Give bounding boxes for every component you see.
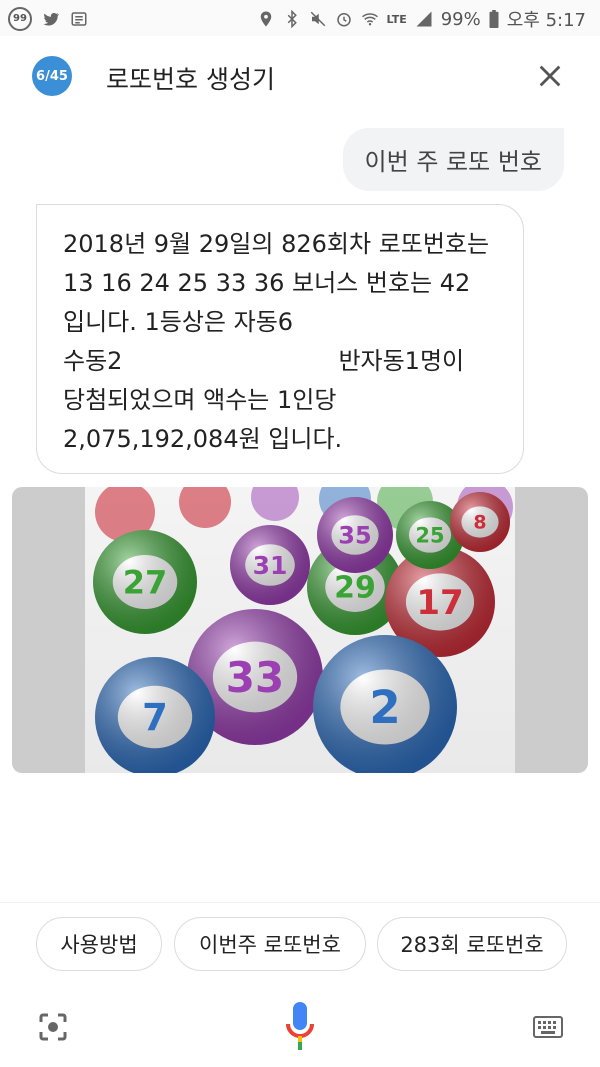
alarm-icon bbox=[336, 13, 351, 27]
lotto-ball-number: 17 bbox=[416, 583, 463, 623]
logo-text: 6/45 bbox=[36, 68, 68, 84]
assistant-message-bubble: 2018년 9월 29일의 826회차 로또번호는 13 16 24 25 33… bbox=[36, 204, 524, 474]
suggestion-chips: 사용방법 이번주 로또번호 283회 로또번호 bbox=[0, 902, 600, 993]
message-segment: 반자동1명이 bbox=[338, 347, 465, 375]
microphone-icon[interactable] bbox=[285, 1002, 315, 1050]
lotto-ball-number: 35 bbox=[338, 521, 371, 549]
lens-icon[interactable] bbox=[38, 1012, 68, 1042]
lotto-ball-7: 7 bbox=[95, 657, 215, 773]
lotto-ball-number: 25 bbox=[415, 523, 444, 547]
status-bar: 99 LTE 99% 오후 5:17 bbox=[0, 0, 600, 36]
lotto-ball-8: 8 bbox=[450, 492, 510, 552]
lotto-balls-illustration: 312927331735 25827 bbox=[93, 487, 513, 773]
lotto-ball-number: 29 bbox=[334, 571, 376, 606]
lotto-ball-31: 31 bbox=[230, 525, 310, 605]
twitter-icon bbox=[43, 12, 60, 26]
message-line: 입니다. 1등상은 자동6 bbox=[63, 308, 294, 336]
wifi-icon bbox=[361, 13, 378, 26]
message-line: 13 16 24 25 33 36 보너스 번호는 42 bbox=[63, 269, 471, 297]
assistant-input-bar bbox=[0, 992, 600, 1067]
network-type: LTE bbox=[386, 12, 407, 26]
signal-icon bbox=[416, 11, 432, 27]
lotto-balls-image: 31 29 27 33 17 35 25 8 2 7 bbox=[85, 487, 515, 773]
keyboard-icon[interactable] bbox=[533, 1016, 563, 1038]
lotto-ball-number: 2 bbox=[369, 681, 400, 734]
lotto-ball-number: 8 bbox=[473, 512, 486, 534]
app-header: 6/45 로또번호 생성기 bbox=[0, 36, 600, 118]
lotto-ball-35: 35 bbox=[317, 497, 393, 573]
notification-count-badge: 99 bbox=[8, 7, 32, 31]
bluetooth-icon bbox=[287, 10, 297, 28]
page-title: 로또번호 생성기 bbox=[106, 65, 275, 94]
close-icon[interactable] bbox=[536, 62, 564, 90]
lotto-ball-number: 31 bbox=[253, 551, 288, 580]
chip-this-week-lotto[interactable]: 이번주 로또번호 bbox=[174, 917, 366, 971]
news-icon bbox=[71, 12, 87, 26]
message-line: 2,075,192,084원 입니다. bbox=[63, 425, 343, 453]
message-line: 2018년 9월 29일의 826회차 로또번호는 bbox=[63, 230, 490, 258]
chip-283-lotto[interactable]: 283회 로또번호 bbox=[377, 917, 567, 971]
mute-icon bbox=[310, 11, 325, 27]
clock: 오후 5:17 bbox=[506, 10, 586, 31]
battery-percent: 99% bbox=[440, 8, 481, 30]
lotto-ball-number: 27 bbox=[123, 563, 168, 601]
lotto-ball-2: 2 bbox=[313, 635, 457, 773]
chip-usage[interactable]: 사용방법 bbox=[36, 917, 162, 971]
location-icon bbox=[260, 11, 271, 27]
lotto-ball-27: 27 bbox=[93, 530, 197, 634]
lotto-ball-number: 7 bbox=[142, 696, 168, 739]
battery-icon bbox=[489, 10, 499, 28]
user-message-bubble: 이번 주 로또 번호 bbox=[342, 128, 564, 191]
lotto-ball-number: 33 bbox=[226, 653, 284, 702]
message-line: 당첨되었으며 액수는 1인당 bbox=[63, 386, 337, 414]
message-segment: 수동2 bbox=[63, 347, 123, 375]
lotto-image-card[interactable]: 31 29 27 33 17 35 25 8 2 7 bbox=[12, 487, 588, 773]
message-line: 수동2 반자동1명이 bbox=[63, 342, 503, 381]
app-logo: 6/45 bbox=[32, 56, 72, 96]
